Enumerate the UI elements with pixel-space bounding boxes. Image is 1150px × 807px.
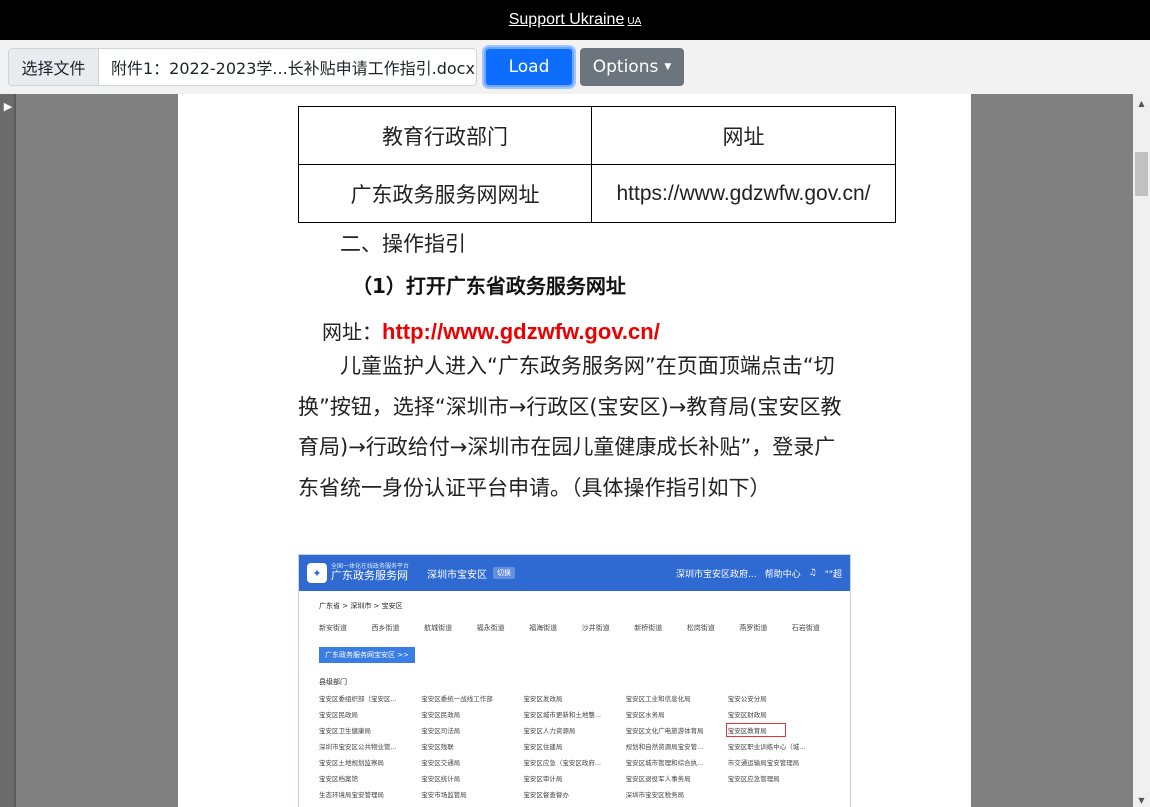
department-item: 宝安区应急管理局 [727,775,780,783]
street-item: 西乡街道 [371,624,400,632]
scroll-up-icon[interactable]: ▲ [1133,96,1150,110]
gov-logo-icon: ✦ [307,563,327,583]
department-item: 宝安区城市更新和土地整... [523,711,602,719]
department-item: 宝安区水务局 [625,711,665,719]
department-item: 宝安区交通局 [421,759,461,767]
department-grid: 宝安区委组织部（宝安区... 宝安区委统一战线工作部 宝安区发改局 宝安区工业和信息化… [319,693,830,799]
bell-icon: ♫ [808,568,817,578]
department-item: 宝安区司法局 [421,727,461,735]
department-item: 宝安区应急（宝安区政府... [523,759,602,767]
department-item: 宝安区督查督办 [523,791,569,799]
screenshot-breadcrumb: 广东省 > 深圳市 > 宝安区 [319,602,403,610]
toolbar: 选择文件 附件1：2022-2023学...长补贴申请工作指引.docx Loa… [0,40,1150,94]
department-item: 宝安区民政局 [319,711,358,719]
brand-title: 广东政务服务网 [331,569,408,583]
file-name-display: 附件1：2022-2023学...长补贴申请工作指引.docx [111,59,475,78]
department-item [728,789,830,799]
department-item: 宝安区文化广电旅游体育局 [625,727,704,735]
support-ukraine-link[interactable]: Support Ukraine UA [509,11,642,29]
street-list: 新安街道 西乡街道 航城街道 福永街道 福海街道 沙井街道 新桥街道 松岗街道 燕罗街道 石岩街道 [319,623,830,633]
department-item: 生态环境局宝安管理局 [319,791,384,799]
department-item: 规划和自然资源局宝安管... [625,743,704,751]
department-item: 宝安公安分局 [727,695,767,703]
document-table: 教育行政部门 网址 广东政务服务网网址 https://www.gdzwfw.g… [298,106,896,223]
table-header-cell: 网址 [591,106,896,165]
scroll-thumb[interactable] [1135,152,1148,196]
table-header-cell: 教育行政部门 [298,106,592,165]
header-link: 深圳市宝安区政府... [676,569,757,580]
scroll-down-icon[interactable]: ▼ [1133,793,1150,807]
step-heading: （1）打开广东省政务服务网址 [352,274,626,298]
screenshot-portal-button: 广东政务服务网宝安区 >> [319,647,415,663]
street-item: 福海街道 [529,624,558,632]
department-item: 宝安区教育局 [725,723,786,737]
screenshot-body: 广东省 > 深圳市 > 宝安区 新安街道 西乡街道 航城街道 福永街道 福海街道 沙井街道… [299,591,850,805]
screenshot-header-links: 深圳市宝安区政府... 帮助中心 ♫ ""超 [676,555,842,591]
table-row: 广东政务服务网网址 https://www.gdzwfw.gov.cn/ [298,164,896,223]
department-item: 宝安区委统一战线工作部 [421,695,493,703]
ua-suffix: UA [627,16,642,27]
department-item: 宝安区残联 [421,743,454,751]
header-link: 帮助中心 [764,569,801,580]
department-item: 宝安区财政局 [727,711,767,719]
caret-down-icon: ▼ [664,62,672,72]
department-item: 宝安区档案馆 [319,775,358,783]
url-link[interactable]: http://www.gdzwfw.gov.cn/ [382,319,660,344]
table-cell: https://www.gdzwfw.gov.cn/ [591,164,896,223]
sidebar-toggle-icon[interactable]: ▶ [0,96,16,116]
sidebar-strip [0,94,16,807]
department-item: 深圳市宝安区税务局 [625,791,685,799]
department-item: 宝安区职业训练中心（城... [727,743,806,751]
department-item: 宝安区委组织部（宝安区... [319,695,397,703]
table-row: 教育行政部门 网址 [298,106,896,165]
department-title: 县级部门 [319,678,347,686]
embedded-screenshot: ✦ 全国一体化在线政务服务平台 广东政务服务网 深圳市宝安区 切换 深圳市宝安区… [298,554,851,807]
header-link: ""超 [824,569,842,580]
department-item: 宝安区民政局 [421,711,461,719]
department-item: 宝安区人力资源局 [523,727,576,735]
department-item: 宝安区住建局 [523,743,563,751]
support-ukraine-text: Support Ukraine [508,11,625,28]
street-item: 福永街道 [476,624,505,632]
department-item: 市交通运输局宝安管理局 [727,759,800,767]
url-line: 网址：http://www.gdzwfw.gov.cn/ [322,316,660,345]
screenshot-header: ✦ 全国一体化在线政务服务平台 广东政务服务网 深圳市宝安区 切换 深圳市宝安区… [299,555,850,591]
load-button[interactable]: Load [484,47,574,87]
table-cell: 广东政务服务网网址 [298,164,592,223]
city-label: 深圳市宝安区 [427,569,488,581]
options-dropdown-button[interactable]: Options ▼ [580,48,684,86]
department-item: 宝安区城市管理和综合执... [625,759,704,767]
file-input-group[interactable]: 选择文件 附件1：2022-2023学...长补贴申请工作指引.docx [8,48,477,86]
document-page: 教育行政部门 网址 广东政务服务网网址 https://www.gdzwfw.g… [178,94,971,807]
department-item: 宝安区工业和信息化局 [625,695,691,703]
url-label: 网址： [322,320,382,344]
street-item: 松岗街道 [686,624,715,632]
department-item: 宝安区土地规划监察局 [319,759,384,767]
department-item: 宝安区统计局 [421,775,461,783]
department-item: 宝安市场监管局 [421,791,467,799]
department-item: 深圳市宝安区公共物业管... [319,743,397,751]
section-heading: 二、操作指引 [340,232,466,256]
choose-file-button[interactable]: 选择文件 [9,49,99,85]
street-item: 燕罗街道 [739,624,768,632]
options-label: Options [592,57,659,77]
department-item: 宝安区退役军人事务局 [625,775,691,783]
brand-subtitle: 全国一体化在线政务服务平台 [331,562,410,570]
street-item: 沙井街道 [581,624,610,632]
department-item: 宝安区发改局 [523,695,563,703]
street-item: 新桥街道 [634,624,663,632]
instruction-paragraph: 儿童监护人进入“广东政务服务网”在页面顶端点击“切换”按钮，选择“深圳市→行政区… [298,354,842,500]
support-ukraine-banner: Support Ukraine UA [0,0,1150,40]
street-item: 新安街道 [319,624,347,632]
screenshot-brand: 全国一体化在线政务服务平台 广东政务服务网 [331,562,410,583]
street-item: 航城街道 [424,624,453,632]
department-item: 宝安区卫生健康局 [319,727,371,735]
vertical-scrollbar[interactable]: ▲ ▼ [1133,94,1150,807]
street-item: 石岩街道 [791,624,820,632]
switch-button: 切换 [493,567,516,579]
department-item: 宝安区审计局 [523,775,563,783]
